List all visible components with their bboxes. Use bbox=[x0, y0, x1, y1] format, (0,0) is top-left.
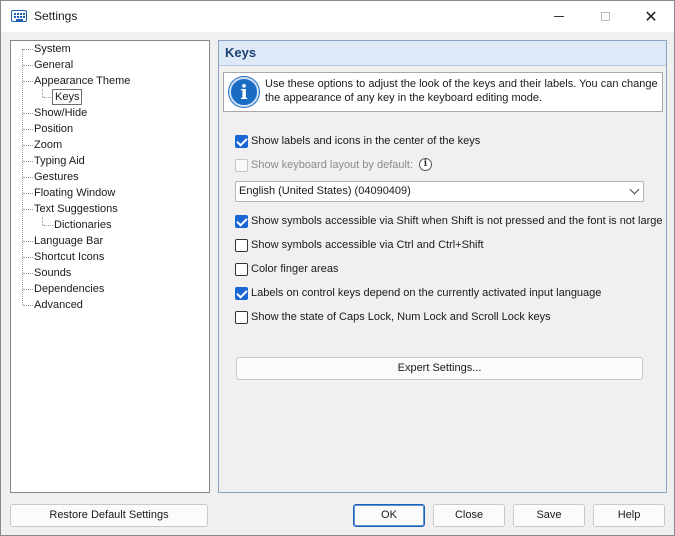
close-icon: ✕ bbox=[644, 6, 658, 26]
expert-settings-button[interactable]: Expert Settings... bbox=[236, 357, 643, 380]
ok-button[interactable]: OK bbox=[353, 504, 425, 527]
info-hint-icon[interactable]: i bbox=[419, 158, 432, 171]
chevron-down-icon bbox=[629, 184, 640, 195]
panel-title: Keys bbox=[225, 45, 257, 60]
save-button[interactable]: Save bbox=[513, 504, 585, 527]
keyboard-layout-select[interactable]: English (United States) (04090409) bbox=[235, 181, 644, 202]
checkbox[interactable] bbox=[235, 311, 248, 324]
settings-window: Settings ✕ System General Appearance The… bbox=[0, 0, 675, 536]
info-icon: i bbox=[229, 77, 259, 107]
minimize-button[interactable] bbox=[536, 1, 582, 32]
checkbox bbox=[235, 159, 248, 172]
select-value: English (United States) (04090409) bbox=[239, 185, 411, 197]
checkbox[interactable] bbox=[235, 239, 248, 252]
restore-defaults-button[interactable]: Restore Default Settings bbox=[10, 504, 208, 527]
settings-tree[interactable]: System General Appearance Theme Keys Sho… bbox=[10, 40, 210, 493]
maximize-icon bbox=[600, 12, 610, 21]
checkbox[interactable] bbox=[235, 287, 248, 300]
panel-header: Keys bbox=[219, 41, 666, 66]
checkbox[interactable] bbox=[235, 135, 248, 148]
title-bar: Settings ✕ bbox=[1, 1, 674, 32]
checkbox[interactable] bbox=[235, 263, 248, 276]
minimize-icon bbox=[554, 16, 564, 17]
keys-settings-panel: Keys i Use these options to adjust the l… bbox=[218, 40, 667, 493]
info-box: i Use these options to adjust the look o… bbox=[223, 72, 663, 112]
close-window-button[interactable]: ✕ bbox=[628, 1, 674, 32]
maximize-button bbox=[582, 1, 628, 32]
checkbox[interactable] bbox=[235, 215, 248, 228]
help-button[interactable]: Help bbox=[593, 504, 665, 527]
close-button[interactable]: Close bbox=[433, 504, 505, 527]
keyboard-app-icon bbox=[11, 10, 27, 22]
info-text: Use these options to adjust the look of … bbox=[265, 78, 658, 104]
tree-line bbox=[42, 217, 43, 225]
window-title: Settings bbox=[34, 9, 78, 23]
tree-line bbox=[42, 89, 43, 97]
